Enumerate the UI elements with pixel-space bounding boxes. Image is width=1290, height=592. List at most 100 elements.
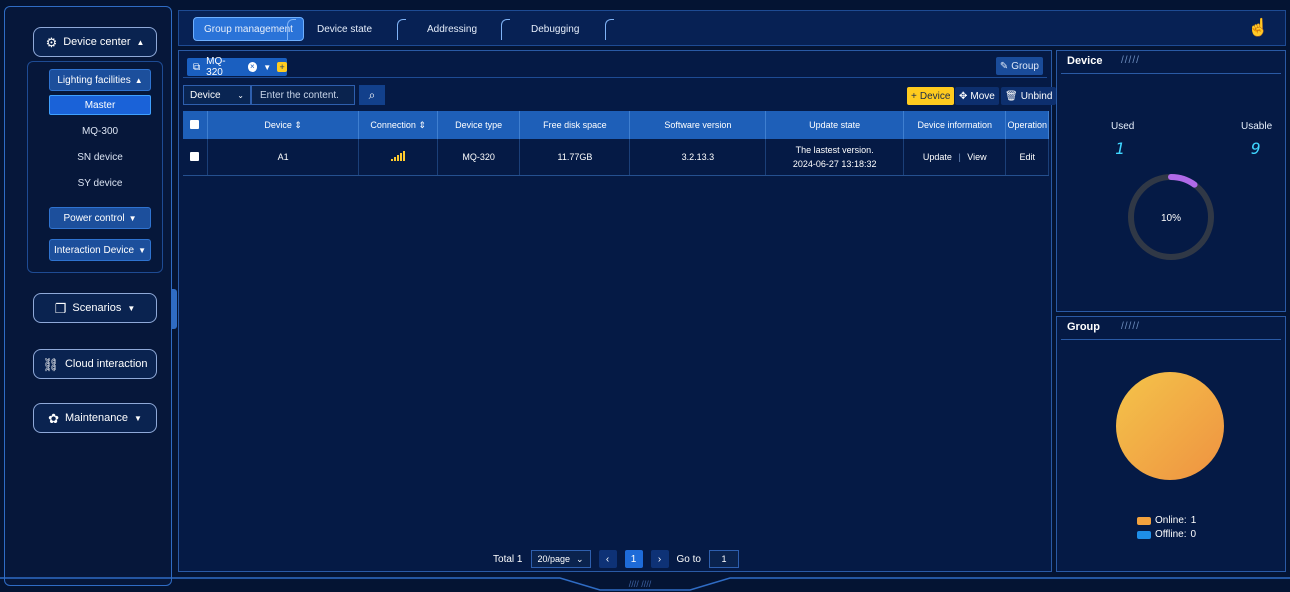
tab-debugging[interactable]: Debugging: [521, 17, 589, 41]
cloud-link-icon: ⛓: [42, 356, 59, 372]
select-all-checkbox[interactable]: [190, 119, 200, 129]
page-size-value: 20/page: [537, 554, 571, 564]
col-label: Update state: [809, 120, 861, 130]
filter-select-value: Device: [190, 89, 221, 101]
sidebar-item-label: Master: [84, 99, 116, 111]
chevron-down-icon: ⌄: [575, 553, 584, 564]
edit-link[interactable]: Edit: [1019, 152, 1035, 162]
unbind-label: Unbind: [1020, 90, 1053, 102]
chevron-down-icon: ▼: [138, 245, 146, 255]
svg-text://// ////: //// ////: [629, 579, 652, 589]
col-label: Software version: [664, 120, 732, 130]
prev-page-button[interactable]: ‹: [598, 550, 617, 568]
select-all-cell[interactable]: [183, 111, 208, 139]
sidebar-item-sy-device[interactable]: SY device: [49, 173, 151, 193]
tab-divider: [397, 19, 406, 40]
move-icon: ✥: [959, 90, 968, 102]
close-icon[interactable]: ×: [247, 62, 258, 72]
col-free-disk: Free disk space: [519, 111, 631, 139]
cell-software-version: 3.2.13.3: [629, 139, 767, 176]
device-center-button[interactable]: ⚙ Device center ▲: [33, 27, 157, 57]
table-header-row: Device ⇕ Connection ⇕ Device type Free d…: [183, 111, 1049, 139]
col-device[interactable]: Device ⇕: [207, 111, 360, 139]
used-value: 1: [1115, 139, 1125, 158]
add-icon[interactable]: +: [277, 62, 287, 72]
legend-offline-label: Offline:: [1155, 529, 1187, 540]
usable-label: Usable: [1241, 121, 1273, 132]
cloud-interaction-button[interactable]: ⛓ Cloud interaction: [33, 349, 157, 379]
search-button[interactable]: ⌕: [359, 85, 385, 105]
legend-offline: Offline: 0: [1137, 529, 1196, 540]
goto-page-input[interactable]: 1: [708, 550, 739, 568]
tab-addressing[interactable]: Addressing: [417, 17, 487, 41]
chevron-down-icon: ⌄: [237, 90, 244, 100]
title-divider: [1061, 73, 1281, 74]
chevron-down-icon: ▼: [127, 303, 136, 313]
power-control-label: Power control: [63, 212, 125, 224]
cell-connection: [358, 139, 438, 176]
row-select-cell[interactable]: [183, 139, 208, 176]
view-link[interactable]: View: [967, 152, 986, 162]
copy-icon: ❐: [54, 300, 67, 316]
col-operation: Operation: [1005, 111, 1049, 139]
title-divider: [1061, 339, 1281, 340]
sidebar-item-sn-device[interactable]: SN device: [49, 147, 151, 167]
usable-value: 9: [1251, 139, 1261, 158]
col-label: Connection: [370, 119, 416, 130]
legend-online-label: Online:: [1155, 515, 1187, 526]
page-size-select[interactable]: 20/page ⌄: [530, 550, 591, 568]
separator: |: [958, 152, 961, 162]
page-number-button[interactable]: 1: [624, 550, 643, 568]
add-device-button[interactable]: + Device: [907, 87, 955, 105]
top-tab-bar: Group management Device state Addressing…: [178, 10, 1286, 46]
search-placeholder: Enter the content.: [260, 89, 339, 101]
lighting-facilities-button[interactable]: Lighting facilities ▲: [49, 69, 151, 91]
device-stats-panel: Device ///// Used Usable 1 9 10%: [1056, 50, 1286, 312]
maintenance-button[interactable]: ✿ Maintenance ▼: [33, 403, 157, 433]
update-state-text: The lastest version.: [795, 145, 874, 155]
tab-label: Addressing: [427, 23, 478, 35]
panel-title: Device: [1067, 55, 1103, 67]
next-page-button[interactable]: ›: [650, 550, 669, 568]
interaction-device-button[interactable]: Interaction Device ▼: [49, 239, 151, 261]
title-decoration: /////: [1121, 321, 1140, 332]
goto-label: Go to: [676, 553, 701, 565]
device-filter-select[interactable]: Device ⌄: [183, 85, 251, 105]
sidebar-item-label: SY device: [77, 177, 123, 189]
pointer-hand-icon[interactable]: ☝: [1248, 18, 1269, 38]
sidebar-item-label: MQ-300: [81, 125, 119, 137]
scenarios-button[interactable]: ❐ Scenarios ▼: [33, 293, 157, 323]
col-label: Device type: [455, 120, 503, 130]
update-link[interactable]: Update: [923, 152, 952, 162]
sidebar: ⚙ Device center ▲ Lighting facilities ▲ …: [4, 6, 177, 586]
cell-free-disk: 11.77GB: [519, 139, 631, 176]
col-label: Device information: [917, 120, 993, 130]
tab-device-state[interactable]: Device state: [307, 17, 382, 41]
tab-divider: [605, 19, 614, 40]
chevron-right-icon: ›: [657, 553, 662, 565]
lighting-facilities-label: Lighting facilities: [57, 74, 131, 86]
group-chip[interactable]: ⧉ MQ-320 × ▼ +: [187, 56, 287, 78]
panel-title: Group: [1067, 321, 1100, 333]
group-button[interactable]: ✎ Group: [995, 57, 1043, 75]
unbind-button[interactable]: 🗑 Unbind: [1001, 87, 1057, 105]
move-button[interactable]: ✥ Move: [955, 87, 999, 105]
collapse-handle[interactable]: [171, 289, 177, 329]
sidebar-item-label: SN device: [77, 151, 123, 163]
col-connection[interactable]: Connection ⇕: [358, 111, 438, 139]
group-toolbar: ⧉ MQ-320 × ▼ + ✎ Group: [183, 55, 1047, 78]
search-input[interactable]: Enter the content.: [251, 85, 355, 105]
device-table: Device ⇕ Connection ⇕ Device type Free d…: [183, 111, 1049, 176]
hierarchy-icon: ⧉: [193, 61, 201, 73]
cell-operation: Edit: [1005, 139, 1049, 176]
cell-device-information: Update | View: [903, 139, 1007, 176]
power-control-button[interactable]: Power control ▼: [49, 207, 151, 229]
chevron-down-icon[interactable]: ▼: [263, 63, 271, 72]
used-label: Used: [1111, 121, 1135, 132]
sidebar-item-master[interactable]: Master: [49, 95, 151, 115]
legend-swatch-online: [1137, 516, 1151, 525]
group-name: MQ-320: [206, 56, 226, 78]
sidebar-item-mq300[interactable]: MQ-300: [49, 121, 151, 141]
move-label: Move: [970, 90, 995, 102]
row-checkbox[interactable]: [190, 151, 200, 161]
